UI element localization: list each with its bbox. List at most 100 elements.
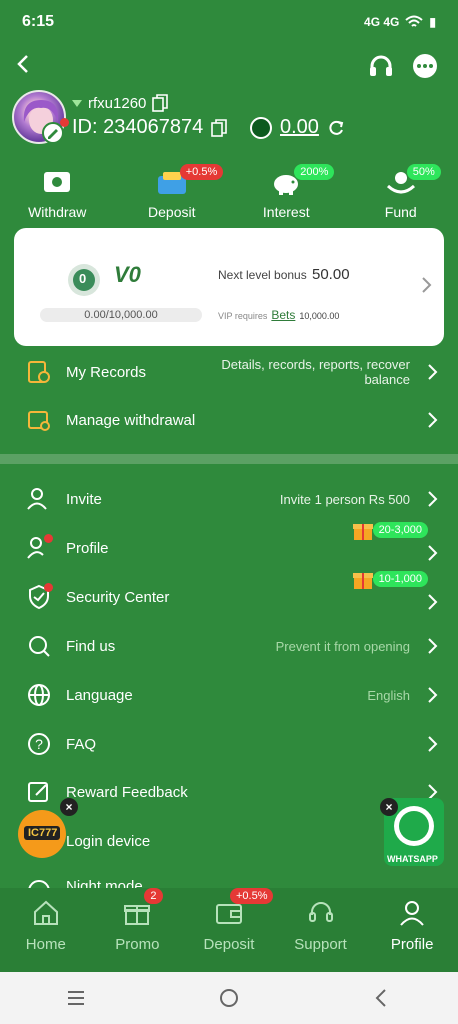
security-gift: 10-1,000 <box>351 567 428 591</box>
chevron-right-icon <box>428 491 438 507</box>
chevron-right-icon <box>428 412 438 428</box>
back-arrow-icon[interactable] <box>370 986 394 1010</box>
back-icon[interactable] <box>12 52 36 76</box>
moon-icon <box>28 880 50 888</box>
faq-label: FAQ <box>66 735 97 753</box>
close-whatsapp-button[interactable]: × <box>380 798 398 816</box>
interest-label: Interest <box>262 204 310 220</box>
user-id: ID: 234067874 <box>72 116 204 138</box>
vip-req-prefix: VIP requires <box>218 311 268 321</box>
header-toolbar <box>0 50 458 86</box>
nav-support-label: Support <box>294 936 347 953</box>
close-ic777-button[interactable]: × <box>60 798 78 816</box>
invite-label: Invite <box>66 490 102 508</box>
login-device-label: Login device <box>66 832 151 850</box>
chevron-right-icon <box>428 364 438 380</box>
my-records-detail-line1: Details, records, reports, recover <box>221 357 410 372</box>
vip-card[interactable]: 0 V0 0.00/10,000.00 Next level bonus 50.… <box>14 228 444 346</box>
nav-home[interactable]: Home <box>1 888 91 972</box>
profile-dot <box>44 534 53 543</box>
svg-text:?: ? <box>35 736 43 752</box>
network-text: 4G 4G <box>364 15 400 29</box>
copy-id-icon[interactable] <box>211 118 228 137</box>
gift-box-icon <box>352 573 373 589</box>
nav-profile[interactable]: Profile <box>367 888 457 972</box>
globe-icon <box>28 684 50 706</box>
chevron-right-icon <box>422 277 432 293</box>
ic777-logo-text: IC777 <box>28 827 58 839</box>
interest-action[interactable]: Interest 200% <box>236 164 336 228</box>
recent-apps-icon[interactable] <box>64 986 88 1010</box>
section-divider <box>0 454 458 464</box>
fund-badge: 50% <box>406 164 441 180</box>
my-records-detail: Details, records, reports, recover balan… <box>221 357 410 387</box>
withdrawal-manage-icon <box>28 411 50 431</box>
fund-label: Fund <box>384 204 417 220</box>
deposit-badge: +0.5% <box>179 164 224 180</box>
nav-home-label: Home <box>25 936 66 953</box>
invite-row[interactable]: Invite Invite 1 person Rs 500 <box>0 477 458 521</box>
vip-progress-bar: 0.00/10,000.00 <box>40 308 202 322</box>
withdraw-action[interactable]: Withdraw <box>7 168 107 228</box>
username-row: rfxu1260 <box>72 94 169 112</box>
profile-row[interactable]: Profile 20-3,000 <box>0 522 458 570</box>
invite-detail: Invite 1 person Rs 500 <box>279 491 410 507</box>
find-us-detail: Prevent it from opening <box>275 638 410 654</box>
my-records-detail-line2: balance <box>364 372 410 387</box>
next-level-value: 50.00 <box>312 266 350 283</box>
night-mode-label: Night mode <box>66 878 143 888</box>
find-us-row[interactable]: Find us Prevent it from opening <box>0 624 458 668</box>
home-circle-icon[interactable] <box>217 986 241 1010</box>
gift-box-icon <box>352 524 373 540</box>
feedback-edit-icon <box>28 782 48 802</box>
balance-amount: 0.00 <box>280 116 319 138</box>
deposit-action[interactable]: Deposit +0.5% <box>122 164 224 228</box>
chat-bubble-icon[interactable] <box>410 52 440 82</box>
vip-req-value: 10,000.00 <box>299 311 340 321</box>
refresh-icon[interactable] <box>327 119 345 137</box>
whatsapp-floating-button[interactable]: WHATSAPP × <box>380 796 446 868</box>
bottom-nav: Home Promo 2 Deposit +0.5% Support Profi… <box>0 888 458 972</box>
wifi-icon <box>405 15 424 27</box>
manage-withdrawal-row[interactable]: Manage withdrawal <box>0 398 458 442</box>
language-detail: English <box>367 687 410 703</box>
vip-bets-link[interactable]: Bets <box>271 308 295 322</box>
nav-deposit[interactable]: Deposit +0.5% <box>184 888 274 972</box>
pakistan-flag-icon <box>250 116 272 139</box>
chevron-right-icon <box>428 638 438 654</box>
vip-progress-text: 0.00/10,000.00 <box>84 309 158 321</box>
invite-user-icon <box>27 488 47 510</box>
find-us-search-icon <box>29 636 50 657</box>
withdraw-label: Withdraw <box>28 204 87 220</box>
faq-row[interactable]: ? FAQ <box>0 722 458 766</box>
deposit-label: Deposit <box>148 204 196 220</box>
chevron-right-icon <box>428 687 438 703</box>
home-icon <box>33 900 58 925</box>
support-headset-icon <box>308 902 333 922</box>
dropdown-triangle-icon[interactable] <box>72 99 82 107</box>
whatsapp-label: WHATSAPP <box>387 854 438 864</box>
withdraw-icon <box>44 172 71 192</box>
profile-gift: 20-3,000 <box>351 518 428 542</box>
copy-icon[interactable] <box>152 94 169 112</box>
night-mode-row[interactable]: Night mode <box>0 866 458 888</box>
security-center-label: Security Center <box>66 588 170 606</box>
language-row[interactable]: Language English <box>0 673 458 717</box>
chevron-right-icon <box>428 545 438 561</box>
headset-icon[interactable] <box>366 52 396 82</box>
vip-level: V0 <box>114 262 141 287</box>
ic777-floating-button[interactable]: IC777 × <box>14 798 78 858</box>
notification-dot <box>60 118 69 127</box>
nav-support[interactable]: Support <box>276 888 366 972</box>
manage-withdrawal-label: Manage withdrawal <box>66 411 196 429</box>
profile-gift-pill: 20-3,000 <box>372 522 428 538</box>
my-records-row[interactable]: My Records Details, records, reports, re… <box>0 350 458 394</box>
nav-promo[interactable]: Promo 2 <box>92 888 182 972</box>
profile-label: Profile <box>66 539 109 557</box>
vip-badge-number: 0 <box>79 271 87 286</box>
security-dot <box>44 583 53 592</box>
security-center-row[interactable]: Security Center 10-1,000 <box>0 571 458 619</box>
profile-header: rfxu1260 ID: 234067874 0.00 <box>12 90 452 150</box>
fund-action[interactable]: Fund 50% <box>351 164 451 228</box>
nav-promo-label: Promo <box>115 936 160 953</box>
